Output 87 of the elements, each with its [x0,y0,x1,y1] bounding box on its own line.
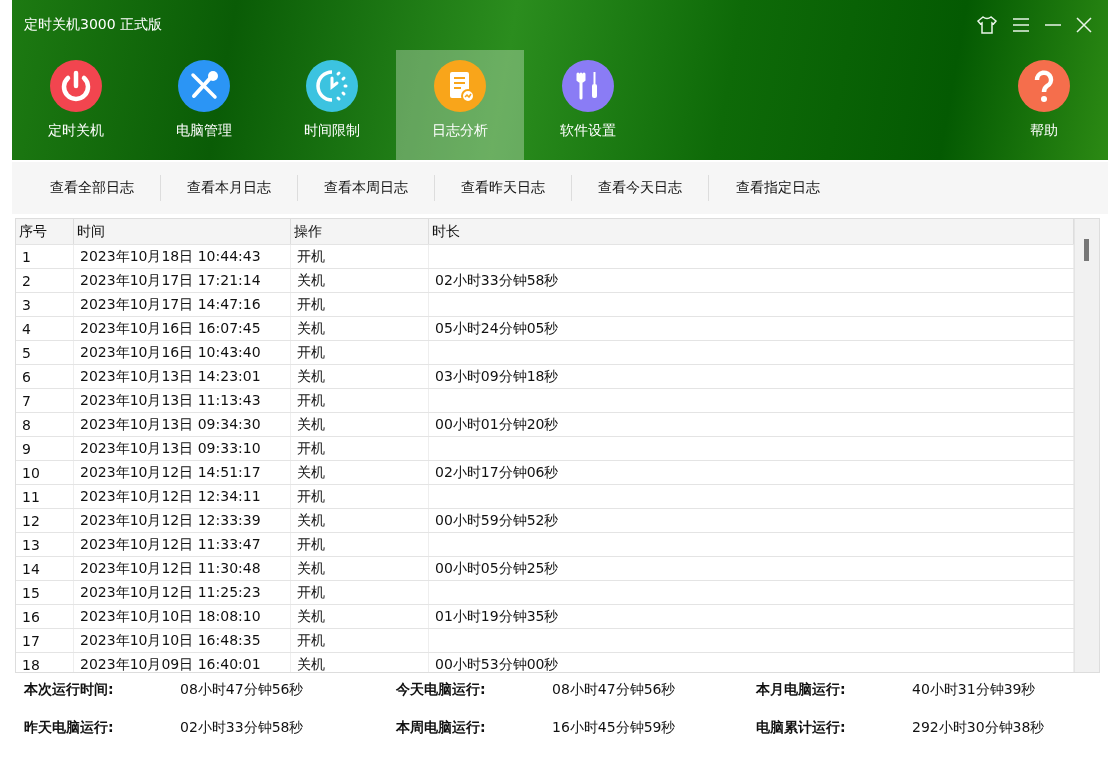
table-cell: 开机 [291,581,429,604]
stat-value: 16小时45分钟59秒 [552,719,676,737]
table-cell: 2023年10月12日 11:30:48 [74,557,291,580]
table-cell: 2023年10月12日 12:33:39 [74,509,291,532]
log-filter-button[interactable]: 查看本月日志 [161,175,298,201]
table-cell: 开机 [291,389,429,412]
table-cell: 2023年10月13日 14:23:01 [74,365,291,388]
log-filter-button[interactable]: 查看全部日志 [24,175,161,201]
table-cell: 12 [16,509,74,532]
table-cell: 2023年10月13日 11:13:43 [74,389,291,412]
stat-label: 本月电脑运行: [756,681,847,699]
table-cell: 关机 [291,461,429,484]
table-cell: 关机 [291,653,429,672]
stat-value: 02小时33分钟58秒 [180,719,304,737]
table-cell: 2 [16,269,74,292]
stat-label: 今天电脑运行: [396,681,487,699]
table-cell: 关机 [291,317,429,340]
table-cell: 2023年10月13日 09:33:10 [74,437,291,460]
table-cell: 关机 [291,605,429,628]
table-cell: 2023年10月10日 16:48:35 [74,629,291,652]
table-cell: 2023年10月10日 18:08:10 [74,605,291,628]
table-cell: 2023年10月12日 14:51:17 [74,461,291,484]
shirt-icon[interactable] [976,15,998,35]
table-cell: 开机 [291,341,429,364]
table-cell: 9 [16,437,74,460]
stat-label: 本次运行时间: [24,681,115,699]
table-cell: 2023年10月18日 10:44:43 [74,245,291,268]
table-cell: 2023年10月17日 17:21:14 [74,269,291,292]
log-filter-button[interactable]: 查看指定日志 [709,175,846,201]
table-cell: 1 [16,245,74,268]
column-header[interactable]: 序号 [16,219,74,244]
table-cell: 14 [16,557,74,580]
table-cell: 2023年10月12日 11:25:23 [74,581,291,604]
stat-label: 本周电脑运行: [396,719,487,737]
table-cell: 2023年10月16日 16:07:45 [74,317,291,340]
stat-label: 电脑累计运行: [756,719,847,737]
nav-tab[interactable]: 软件设置 [524,50,652,160]
stat-value: 08小时47分钟56秒 [180,681,304,699]
log-filter-button[interactable]: 查看昨天日志 [435,175,572,201]
table-cell: 关机 [291,509,429,532]
log-filter-button[interactable]: 查看本周日志 [298,175,435,201]
menu-icon[interactable] [1012,17,1030,33]
table-cell: 2023年10月12日 11:33:47 [74,533,291,556]
table-cell: 开机 [291,245,429,268]
nav-tab[interactable]: 定时关机 [12,50,140,160]
table-cell: 开机 [291,437,429,460]
table-cell: 2023年10月09日 16:40:01 [74,653,291,672]
table-cell: 开机 [291,533,429,556]
stat-label: 昨天电脑运行: [24,719,115,737]
log-filter-button[interactable]: 查看今天日志 [572,175,709,201]
table-cell: 11 [16,485,74,508]
column-header[interactable]: 时间 [74,219,291,244]
table-cell: 3 [16,293,74,316]
help-tab[interactable]: 帮助 [980,50,1108,160]
close-icon[interactable] [1076,17,1092,33]
stat-value: 40小时31分钟39秒 [912,681,1036,699]
table-cell: 开机 [291,629,429,652]
table-cell: 8 [16,413,74,436]
table-cell: 开机 [291,485,429,508]
scrollbar[interactable] [1074,219,1099,672]
table-cell: 关机 [291,365,429,388]
minimize-icon[interactable] [1044,23,1062,27]
column-header[interactable]: 操作 [291,219,429,244]
nav-tab[interactable]: 时间限制 [268,50,396,160]
table-cell: 关机 [291,413,429,436]
table-cell: 16 [16,605,74,628]
nav-tab[interactable]: 电脑管理 [140,50,268,160]
table-cell: 5 [16,341,74,364]
table-cell: 2023年10月17日 14:47:16 [74,293,291,316]
table-cell: 7 [16,389,74,412]
table-cell: 关机 [291,269,429,292]
table-cell: 13 [16,533,74,556]
table-cell: 2023年10月13日 09:34:30 [74,413,291,436]
table-cell: 开机 [291,293,429,316]
stat-value: 292小时30分钟38秒 [912,719,1045,737]
table-cell: 2023年10月16日 10:43:40 [74,341,291,364]
table-cell: 18 [16,653,74,672]
stat-value: 08小时47分钟56秒 [552,681,676,699]
table-cell: 关机 [291,557,429,580]
table-cell: 17 [16,629,74,652]
table-cell: 15 [16,581,74,604]
table-cell: 4 [16,317,74,340]
window-title: 定时关机3000 正式版 [24,16,164,34]
table-cell: 6 [16,365,74,388]
table-cell: 2023年10月12日 12:34:11 [74,485,291,508]
scrollbar-thumb[interactable] [1084,239,1089,261]
table-cell: 10 [16,461,74,484]
